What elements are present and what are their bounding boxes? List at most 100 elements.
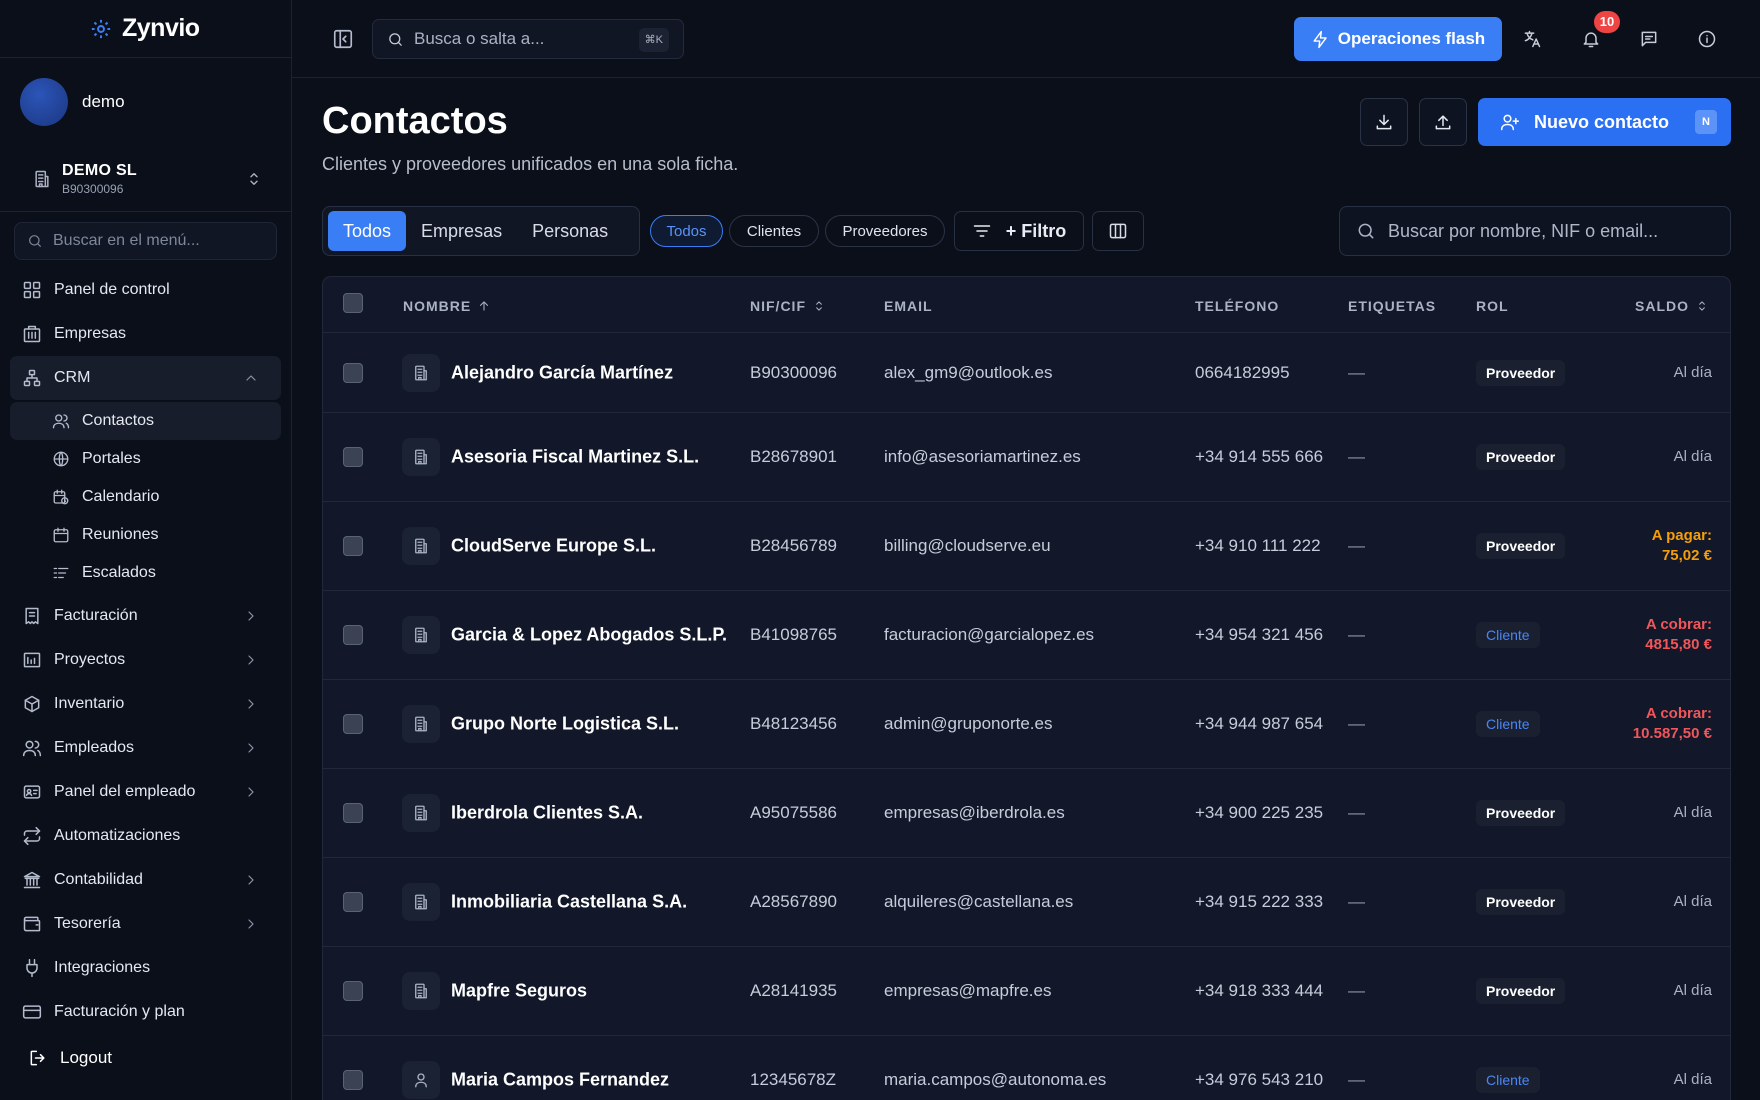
contact-name[interactable]: Mapfre Seguros <box>451 981 587 1002</box>
row-checkbox[interactable] <box>343 714 363 734</box>
role-pill-proveedores[interactable]: Proveedores <box>825 215 945 247</box>
topbar: ⌘K Operaciones flash 10 <box>292 0 1760 78</box>
row-checkbox[interactable] <box>343 447 363 467</box>
contact-name[interactable]: Alejandro García Martínez <box>451 362 673 383</box>
contact-name[interactable]: Garcia & Lopez Abogados S.L.P. <box>451 625 727 646</box>
sidebar-item-facturacion-y-plan[interactable]: Facturación y plan <box>10 990 281 1034</box>
table-row[interactable]: CloudServe Europe S.L. B28456789 billing… <box>323 502 1730 591</box>
logout-label: Logout <box>60 1048 112 1067</box>
row-checkbox[interactable] <box>343 1070 363 1090</box>
new-contact-button[interactable]: Nuevo contacto N <box>1478 98 1731 146</box>
contact-name[interactable]: Maria Campos Fernandez <box>451 1070 669 1091</box>
sidebar-item-reuniones[interactable]: Reuniones <box>10 516 281 554</box>
balance-cell: A pagar: 75,02 € <box>1652 526 1712 566</box>
table-row[interactable]: Grupo Norte Logistica S.L. B48123456 adm… <box>323 680 1730 769</box>
sidebar-item-label: Calendario <box>82 488 160 505</box>
tab-todos[interactable]: Todos <box>328 211 407 251</box>
column-header-nif[interactable]: NIF/CIF <box>750 298 826 314</box>
sidebar: Zynvio demo DEMO SL B90300096 Panel de c… <box>0 0 292 1100</box>
sidebar-item-contabilidad[interactable]: Contabilidad <box>10 858 281 902</box>
table-row[interactable]: Garcia & Lopez Abogados S.L.P. B41098765… <box>323 591 1730 680</box>
row-checkbox[interactable] <box>343 803 363 823</box>
sidebar-item-crm[interactable]: CRM <box>10 356 281 400</box>
contact-name[interactable]: Iberdrola Clientes S.A. <box>451 803 643 824</box>
menu-search[interactable] <box>14 222 277 260</box>
sidebar-item-facturacion[interactable]: Facturación <box>10 594 281 638</box>
sidebar-item-panel-de-control[interactable]: Panel de control <box>10 268 281 312</box>
table-body: Alejandro García Martínez B90300096 alex… <box>323 333 1730 1100</box>
row-checkbox[interactable] <box>343 892 363 912</box>
sidebar-toggle-button[interactable] <box>332 28 354 50</box>
contact-type-badge <box>402 705 440 743</box>
sidebar-item-escalados[interactable]: Escalados <box>10 554 281 592</box>
contact-type-badge <box>402 972 440 1010</box>
chevron-right-icon <box>248 787 254 797</box>
table-row[interactable]: Alejandro García Martínez B90300096 alex… <box>323 333 1730 413</box>
columns-icon <box>1109 223 1127 239</box>
sidebar-item-automatizaciones[interactable]: Automatizaciones <box>10 814 281 858</box>
company-switcher[interactable]: DEMO SL B90300096 <box>0 146 291 212</box>
column-label: NOMBRE <box>403 298 472 314</box>
role-badge: Proveedor <box>1476 800 1566 826</box>
contact-nif: B28456789 <box>750 536 837 555</box>
messages-button[interactable] <box>1639 29 1659 49</box>
dashboard-icon <box>23 281 41 299</box>
sidebar-item-label: Tesorería <box>54 915 121 932</box>
sidebar-item-contactos[interactable]: Contactos <box>10 402 281 440</box>
export-button[interactable] <box>1419 98 1467 146</box>
contact-name[interactable]: Grupo Norte Logistica S.L. <box>451 714 679 735</box>
table-row[interactable]: Asesoria Fiscal Martinez S.L. B28678901 … <box>323 413 1730 502</box>
contact-phone: +34 918 333 444 <box>1195 981 1324 1000</box>
row-checkbox[interactable] <box>343 362 363 383</box>
sidebar-item-empresas[interactable]: Empresas <box>10 312 281 356</box>
table-search-input[interactable] <box>1388 220 1708 242</box>
table-row[interactable]: Maria Campos Fernandez 12345678Z maria.c… <box>323 1036 1730 1100</box>
global-search[interactable]: ⌘K <box>372 19 684 59</box>
translate-button[interactable] <box>1522 29 1542 49</box>
sidebar-item-proyectos[interactable]: Proyectos <box>10 638 281 682</box>
building-icon <box>415 716 427 732</box>
app-logo[interactable]: Zynvio <box>0 0 291 58</box>
menu-search-input[interactable] <box>53 232 253 250</box>
contact-name[interactable]: CloudServe Europe S.L. <box>451 536 656 557</box>
contact-tags: — <box>1348 447 1365 466</box>
column-header-name[interactable]: NOMBRE <box>403 298 491 314</box>
tab-empresas[interactable]: Empresas <box>406 211 517 251</box>
import-button[interactable] <box>1360 98 1408 146</box>
role-pill-todos[interactable]: Todos <box>650 215 723 247</box>
sidebar-item-integraciones[interactable]: Integraciones <box>10 946 281 990</box>
row-checkbox[interactable] <box>343 536 363 556</box>
logout-button[interactable]: Logout <box>28 1048 112 1068</box>
sidebar-item-tesoreria[interactable]: Tesorería <box>10 902 281 946</box>
sidebar-item-panel-del-empleado[interactable]: Panel del empleado <box>10 770 281 814</box>
table-search[interactable] <box>1339 206 1731 256</box>
balance-cell: A cobrar: 10.587,50 € <box>1633 704 1712 744</box>
info-button[interactable] <box>1697 29 1717 49</box>
sidebar-item-portales[interactable]: Portales <box>10 440 281 478</box>
row-checkbox[interactable] <box>343 625 363 645</box>
notifications-button[interactable] <box>1581 29 1601 49</box>
add-filter-button[interactable]: + Filtro <box>954 211 1084 251</box>
sidebar-item-label: Escalados <box>82 564 156 581</box>
role-pill-clientes[interactable]: Clientes <box>729 215 819 247</box>
contact-phone: +34 910 111 222 <box>1195 536 1321 555</box>
user-name: demo <box>82 92 125 111</box>
flash-operations-button[interactable]: Operaciones flash <box>1294 17 1502 61</box>
global-search-input[interactable] <box>414 29 624 49</box>
sidebar-item-calendario[interactable]: Calendario <box>10 478 281 516</box>
sidebar-item-empleados[interactable]: Empleados <box>10 726 281 770</box>
search-shortcut: ⌘K <box>638 28 669 52</box>
table-row[interactable]: Iberdrola Clientes S.A. A95075586 empres… <box>323 769 1730 858</box>
sidebar-item-inventario[interactable]: Inventario <box>10 682 281 726</box>
contact-tags: — <box>1348 892 1365 911</box>
contact-name[interactable]: Asesoria Fiscal Martinez S.L. <box>451 447 699 468</box>
table-row[interactable]: Mapfre Seguros A28141935 empresas@mapfre… <box>323 947 1730 1036</box>
column-header-balance[interactable]: SALDO <box>1635 298 1709 314</box>
columns-button[interactable] <box>1092 211 1144 251</box>
tab-personas[interactable]: Personas <box>517 211 623 251</box>
row-checkbox[interactable] <box>343 981 363 1001</box>
contact-name[interactable]: Inmobiliaria Castellana S.A. <box>451 892 687 913</box>
select-all-checkbox[interactable] <box>343 293 363 313</box>
user-profile[interactable]: demo <box>0 58 291 146</box>
table-row[interactable]: Inmobiliaria Castellana S.A. A28567890 a… <box>323 858 1730 947</box>
